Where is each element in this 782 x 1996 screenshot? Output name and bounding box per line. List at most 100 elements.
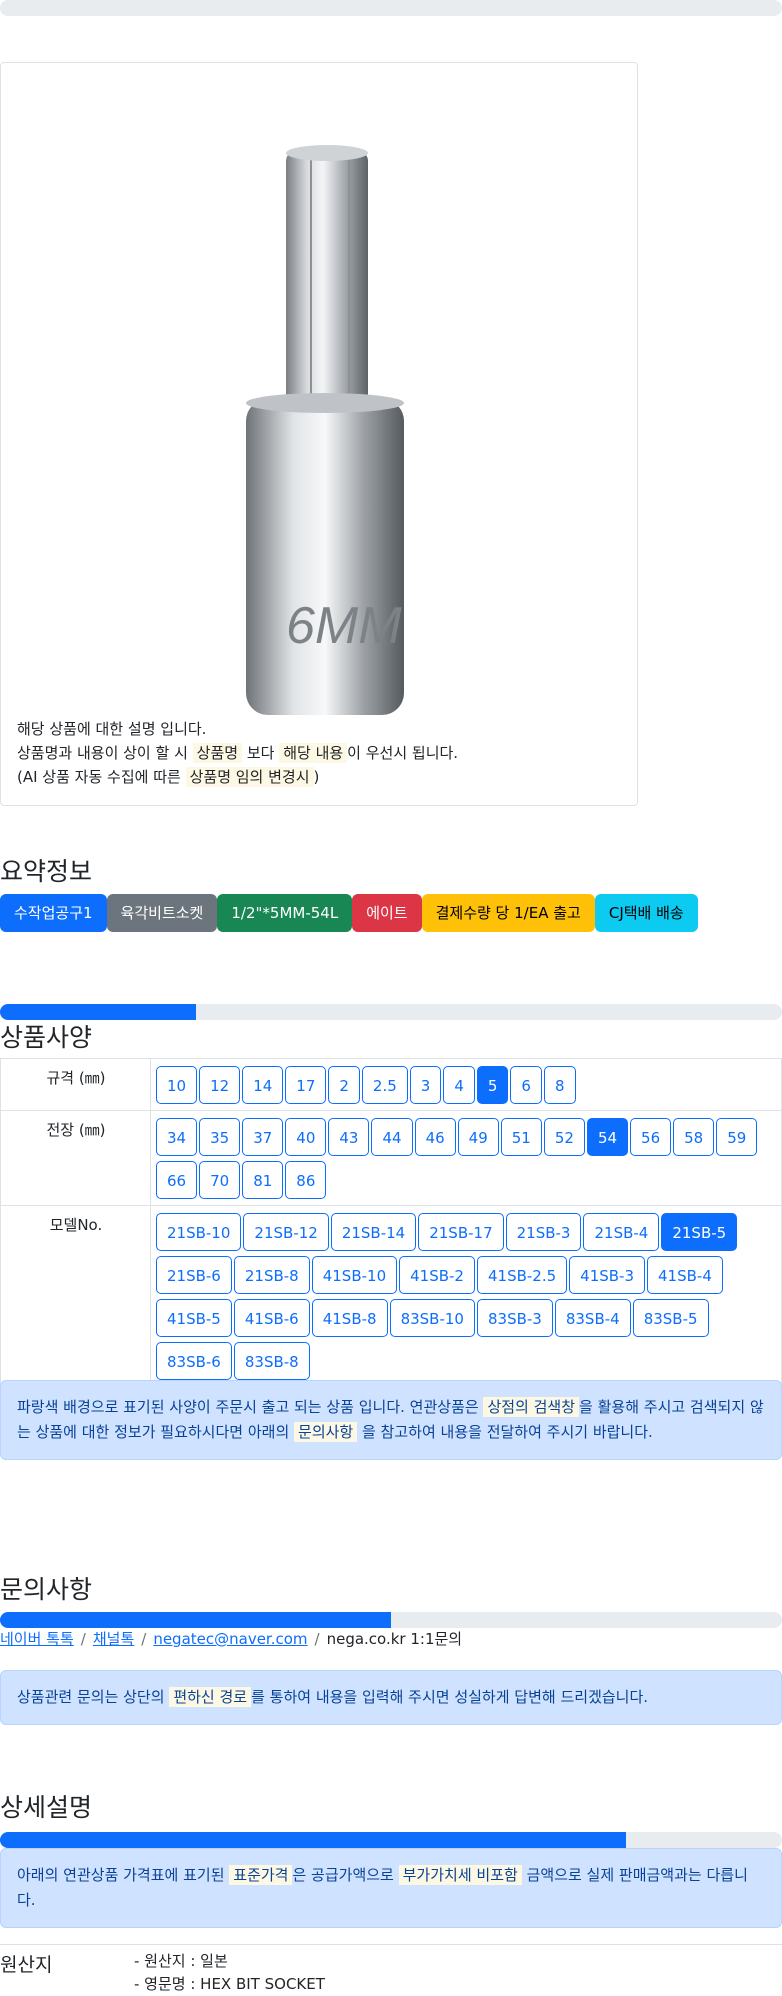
spec-row-label: 모델No. <box>0 1205 151 1387</box>
spec-option-button[interactable]: 83SB-3 <box>476 1299 553 1337</box>
separator: / <box>141 1630 147 1648</box>
desc-line-2: 상품명과 내용이 상이 할 시 상품명 보다 해당 내용 이 우선시 됩니다. <box>17 741 458 765</box>
product-description: 해당 상품에 대한 설명 입니다. 상품명과 내용이 상이 할 시 상품명 보다… <box>17 717 458 789</box>
desc-text: 보다 <box>242 744 280 762</box>
spec-row: 전장 (㎜) 34 35 37 40 43 44 46 49 51 52 54 56 58 59 66 70 81… <box>0 1110 782 1206</box>
spec-option-button[interactable]: 4 <box>443 1066 475 1104</box>
desc-highlight-product-name: 상품명 <box>192 743 243 763</box>
spec-option-button[interactable]: 41SB-3 <box>569 1256 646 1294</box>
spec-option-button[interactable]: 21SB-5 <box>661 1213 738 1251</box>
separator: / <box>314 1630 320 1648</box>
spec-option-button[interactable]: 2 <box>328 1066 360 1104</box>
spec-option-button[interactable]: 2.5 <box>361 1066 408 1104</box>
spec-option-button[interactable]: 51 <box>500 1118 542 1156</box>
spec-option-button[interactable]: 12 <box>199 1066 241 1104</box>
note-text: 을 참고하여 내용을 전달하여 주시기 바랍니다. <box>357 1423 653 1441</box>
spec-option-button[interactable]: 43 <box>328 1118 370 1156</box>
spec-row-label: 규격 (㎜) <box>0 1058 151 1111</box>
spec-option-button[interactable]: 66 <box>156 1161 198 1199</box>
origin-values: - 원산지 : 일본 - 영문명 : HEX BIT SOCKET <box>134 1950 325 1996</box>
spec-option-button[interactable]: 83SB-8 <box>233 1342 310 1380</box>
spec-option-button[interactable]: 21SB-17 <box>418 1213 504 1251</box>
summary-badge: 육각비트소켓 <box>106 894 218 932</box>
detail-progress-bar <box>0 1832 782 1848</box>
spec-option-button[interactable]: 52 <box>543 1118 585 1156</box>
spec-row-label: 전장 (㎜) <box>0 1110 151 1206</box>
spec-row: 모델No. 21SB-10 21SB-12 21SB-14 21SB-17 21SB-3 2… <box>0 1205 782 1387</box>
spec-option-button[interactable]: 44 <box>371 1118 413 1156</box>
spec-option-button[interactable]: 40 <box>285 1118 327 1156</box>
spec-option-button[interactable]: 21SB-4 <box>583 1213 660 1251</box>
detail-note: 아래의 연관상품 가격표에 표기된 표준가격 은 공급가액으로 부가가치세 비포함… <box>0 1848 782 1928</box>
summary-badges: 수작업공구1 육각비트소켓 1/2"*5MM-54L 에이트 결제수량 당 1/EA 출… <box>0 894 698 932</box>
summary-title: 요약정보 <box>0 857 93 886</box>
note-highlight-inquiry: 문의사항 <box>294 1422 358 1442</box>
spec-option-button[interactable]: 21SB-12 <box>243 1213 329 1251</box>
note-text: 파랑색 배경으로 표기된 사양이 주문시 출고 되는 상품 입니다. 연관상품은 <box>17 1398 484 1416</box>
spec-option-button[interactable]: 10 <box>156 1066 198 1104</box>
spec-option-button[interactable]: 41SB-5 <box>156 1299 232 1337</box>
desc-highlight-content: 해당 내용 <box>279 743 348 763</box>
spec-option-button[interactable]: 86 <box>285 1161 327 1199</box>
note-text: 아래의 연관상품 가격표에 표기된 <box>17 1866 230 1884</box>
spec-option-button[interactable]: 46 <box>414 1118 456 1156</box>
note-highlight-vat: 부가가치세 비포함 <box>398 1865 522 1885</box>
spec-option-button[interactable]: 70 <box>199 1161 241 1199</box>
origin-country: - 원산지 : 일본 <box>134 1952 228 1970</box>
spec-row-options: 10 12 14 17 2 2.5 3 4 5 6 8 <box>150 1058 782 1111</box>
spec-option-button[interactable]: 83SB-6 <box>156 1342 232 1380</box>
summary-badge: CJ택배 배송 <box>594 894 698 932</box>
spec-option-button[interactable]: 41SB-8 <box>311 1299 388 1337</box>
desc-highlight-rename: 상품명 임의 변경시 <box>185 767 314 787</box>
spec-option-button[interactable]: 21SB-8 <box>233 1256 310 1294</box>
spec-option-button[interactable]: 35 <box>199 1118 241 1156</box>
spec-option-button[interactable]: 21SB-3 <box>505 1213 582 1251</box>
inquiry-note: 상품관련 문의는 상단의 편하신 경로 를 통하여 내용을 입력해 주시면 성실하… <box>0 1670 782 1725</box>
spec-option-button[interactable]: 21SB-6 <box>156 1256 232 1294</box>
spec-option-button[interactable]: 8 <box>543 1066 576 1104</box>
spec-option-button[interactable]: 41SB-10 <box>311 1256 398 1294</box>
spec-option-button[interactable]: 5 <box>476 1066 509 1104</box>
spec-option-button[interactable]: 3 <box>409 1066 442 1104</box>
spec-option-button[interactable]: 17 <box>285 1066 327 1104</box>
spec-option-button[interactable]: 56 <box>630 1118 672 1156</box>
inquiry-channels: 네이버 톡톡 / 채널톡 / negatec@naver.com / nega.co.kr … <box>0 1628 462 1649</box>
spec-table: 규격 (㎜) 10 12 14 17 2 2.5 3 4 5 6 8 전장 (㎜) 34 35 37 40 43 4… <box>0 1058 782 1387</box>
spec-option-button[interactable]: 41SB-2 <box>399 1256 475 1294</box>
spec-option-button[interactable]: 41SB-6 <box>233 1299 310 1337</box>
spec-option-button[interactable]: 21SB-14 <box>330 1213 417 1251</box>
spec-option-button[interactable]: 34 <box>156 1118 198 1156</box>
spec-option-button[interactable]: 14 <box>242 1066 284 1104</box>
summary-badge: 결제수량 당 1/EA 출고 <box>421 894 595 932</box>
note-text: 은 공급가액으로 <box>292 1866 399 1884</box>
summary-badge: 1/2"*5MM-54L <box>217 894 353 932</box>
channel-talk-link[interactable]: 채널톡 <box>93 1630 134 1648</box>
spec-option-button[interactable]: 37 <box>242 1118 284 1156</box>
spec-option-button[interactable]: 6 <box>510 1066 542 1104</box>
origin-section: 원산지 - 원산지 : 일본 - 영문명 : HEX BIT SOCKET <box>0 1944 782 1993</box>
separator: / <box>80 1630 86 1648</box>
origin-english-name: - 영문명 : HEX BIT SOCKET <box>134 1975 325 1993</box>
spec-option-button[interactable]: 83SB-10 <box>389 1299 475 1337</box>
spec-option-button[interactable]: 83SB-5 <box>632 1299 709 1337</box>
spec-option-button[interactable]: 49 <box>457 1118 499 1156</box>
spec-option-button[interactable]: 41SB-4 <box>647 1256 723 1294</box>
socket-size-engraving: 6MM <box>286 597 402 655</box>
spec-option-button[interactable]: 83SB-4 <box>554 1299 631 1337</box>
spec-option-button[interactable]: 54 <box>586 1118 629 1156</box>
spec-option-button[interactable]: 58 <box>673 1118 715 1156</box>
top-progress-bar <box>0 0 782 16</box>
inquiry-progress-bar <box>0 1612 782 1628</box>
site-inquiry-text: nega.co.kr 1:1문의 <box>326 1630 463 1648</box>
naver-talktalk-link[interactable]: 네이버 톡톡 <box>0 1630 74 1648</box>
spec-option-button[interactable]: 81 <box>242 1161 284 1199</box>
email-link[interactable]: negatec@naver.com <box>153 1630 307 1648</box>
spec-option-button[interactable]: 59 <box>716 1118 758 1156</box>
detail-title: 상세설명 <box>0 1793 93 1822</box>
desc-line-3: (AI 상품 자동 수집에 따른 상품명 임의 변경시) <box>17 765 458 789</box>
spec-option-button[interactable]: 21SB-10 <box>156 1213 242 1251</box>
spec-title: 상품사양 <box>0 1023 93 1052</box>
spec-row: 규격 (㎜) 10 12 14 17 2 2.5 3 4 5 6 8 <box>0 1058 782 1111</box>
origin-label: 원산지 <box>0 1954 53 1976</box>
spec-option-button[interactable]: 41SB-2.5 <box>476 1256 568 1294</box>
